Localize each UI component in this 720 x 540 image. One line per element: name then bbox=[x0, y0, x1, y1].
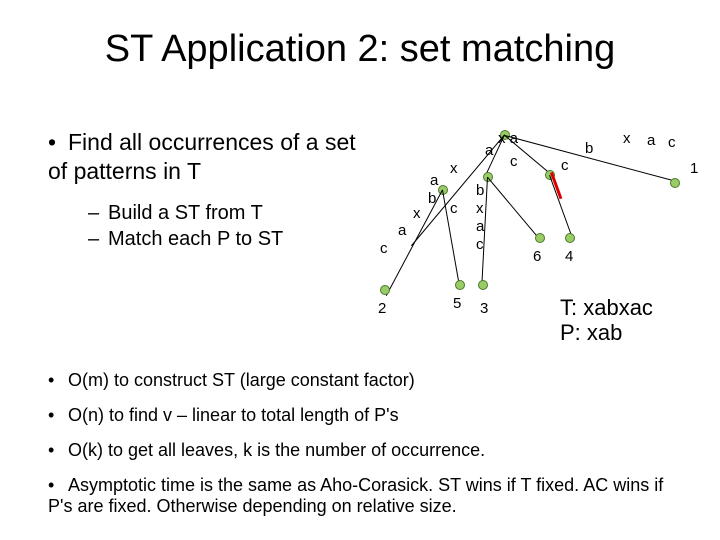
edge-label: c bbox=[561, 157, 569, 174]
sub1-text: Build a ST from T bbox=[108, 202, 263, 224]
tree-node bbox=[380, 285, 390, 295]
tree-node bbox=[455, 280, 465, 290]
edge-label: x bbox=[623, 130, 631, 147]
tree-node bbox=[565, 233, 575, 243]
leaf-label: 2 bbox=[378, 300, 386, 317]
tree-node bbox=[478, 280, 488, 290]
edge-label: a bbox=[398, 222, 406, 239]
tree-node bbox=[670, 178, 680, 188]
tree-edge bbox=[487, 177, 539, 239]
lower4-text: Asymptotic time is the same as Aho-Coras… bbox=[48, 475, 663, 516]
edge-label: x bbox=[413, 205, 421, 222]
edge-label: a bbox=[430, 172, 438, 189]
edge-label: b bbox=[428, 190, 436, 207]
leaf-label: 6 bbox=[533, 248, 541, 265]
bullet-dot: • bbox=[48, 128, 68, 157]
lower1-text: O(m) to construct ST (large constant fac… bbox=[68, 370, 415, 390]
edge-label: b bbox=[476, 182, 484, 199]
sub-bullet-1: –Build a ST from T bbox=[88, 202, 263, 225]
dash-icon: – bbox=[88, 202, 108, 225]
lower-bullet-3: •O(k) to get all leaves, k is the number… bbox=[48, 440, 485, 461]
lower3-text: O(k) to get all leaves, k is the number … bbox=[68, 440, 485, 460]
edge-label: c bbox=[668, 134, 676, 151]
leaf-label: 3 bbox=[480, 300, 488, 317]
lower-bullet-2: •O(n) to find v – linear to total length… bbox=[48, 405, 399, 426]
leaf-label: 1 bbox=[690, 160, 698, 177]
edge-label: x bbox=[450, 160, 458, 177]
edge-label: a bbox=[647, 132, 655, 149]
edge-label: x bbox=[476, 200, 484, 217]
main-bullet: •Find all occurrences of a set of patter… bbox=[48, 128, 378, 186]
bullet-dot: • bbox=[48, 440, 68, 461]
edge-label: a bbox=[485, 142, 493, 159]
leaf-label: 4 bbox=[565, 248, 573, 265]
bullet-dot: • bbox=[48, 405, 68, 426]
slide-title: ST Application 2: set matching bbox=[0, 28, 720, 71]
main-bullet-text: Find all occurrences of a set of pattern… bbox=[48, 129, 356, 184]
bullet-dot: • bbox=[48, 370, 68, 391]
suffix-tree-diagram: x a b x a c a b x a c 2 c 5 b x a c 3 x … bbox=[350, 120, 720, 350]
edge-label: c bbox=[380, 240, 388, 257]
tree-node bbox=[535, 233, 545, 243]
edge-label: c bbox=[476, 236, 484, 253]
edge-label: c bbox=[510, 153, 518, 170]
edge-label: b bbox=[585, 140, 593, 157]
lower2-text: O(n) to find v – linear to total length … bbox=[68, 405, 399, 425]
lower-bullet-1: •O(m) to construct ST (large constant fa… bbox=[48, 370, 415, 391]
dash-icon: – bbox=[88, 228, 108, 251]
sub-bullet-2: –Match each P to ST bbox=[88, 228, 283, 251]
edge-label: a bbox=[476, 218, 484, 235]
edge-label: c bbox=[450, 200, 458, 217]
edge-label: x a bbox=[498, 130, 518, 147]
leaf-label: 5 bbox=[453, 295, 461, 312]
sub2-text: Match each P to ST bbox=[108, 228, 283, 250]
lower-bullet-4: •Asymptotic time is the same as Aho-Cora… bbox=[48, 475, 688, 517]
tree-edge bbox=[549, 175, 572, 236]
bullet-dot: • bbox=[48, 475, 68, 496]
